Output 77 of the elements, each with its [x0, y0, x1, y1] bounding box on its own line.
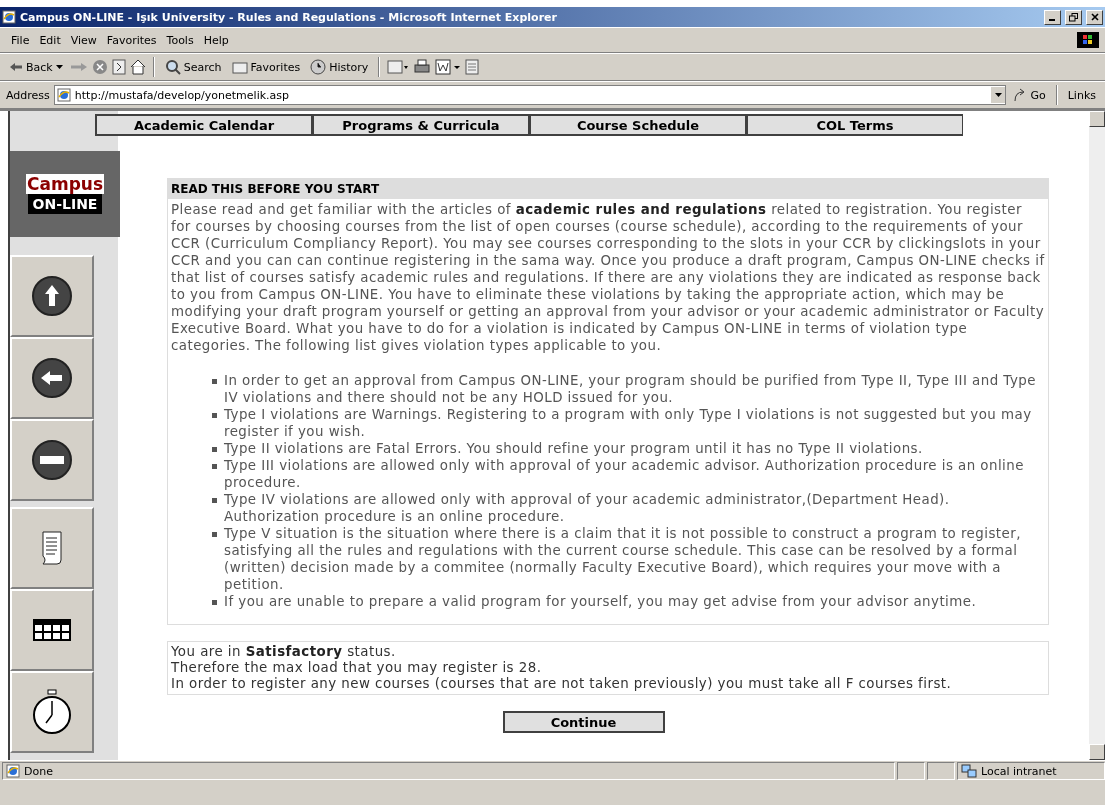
bullet-icon: [212, 532, 217, 537]
rule-text: Type II violations are Fatal Errors. You should refine your program until it has no Type II violations.: [224, 441, 923, 456]
rule-text: Type IV violations are allowed only with approval of your academic administrator,(Department Head). Authorization procedure is an online procedure.: [224, 492, 950, 524]
schedule-button[interactable]: [10, 589, 94, 671]
menu-item[interactable]: Edit: [34, 33, 66, 47]
network-icon: [961, 764, 977, 778]
go-button[interactable]: Go: [1010, 88, 1049, 102]
menu-item[interactable]: Tools: [161, 33, 199, 47]
folder-icon: [231, 60, 248, 74]
bullet-icon: [212, 379, 217, 384]
menu-item[interactable]: File: [6, 33, 35, 47]
stopwatch-icon: [32, 689, 72, 735]
back-arrow-icon: [9, 62, 23, 72]
remove-button[interactable]: [10, 419, 94, 501]
time-button[interactable]: [10, 671, 94, 753]
nav-tab[interactable]: Course Schedule: [529, 114, 746, 136]
bullet-icon: [212, 498, 217, 503]
restore-icon: [1069, 12, 1078, 22]
history-button[interactable]: History: [307, 59, 372, 75]
scrollbar[interactable]: [1089, 111, 1105, 760]
logo-text: Campus: [25, 174, 105, 194]
globe-page-icon: [6, 764, 20, 778]
edit-icon[interactable]: [435, 59, 462, 75]
status-text: Therefore the max load that you may register is 28.: [171, 660, 542, 675]
bullet-icon: [212, 413, 217, 418]
logo-text: ON-LINE: [27, 194, 103, 214]
home-icon[interactable]: [129, 59, 146, 75]
menu-item[interactable]: Favorites: [101, 33, 162, 47]
globe-page-icon: [56, 88, 71, 102]
continue-button[interactable]: Continue: [502, 711, 665, 733]
favorites-button[interactable]: Favorites: [228, 60, 304, 74]
minus-icon: [31, 439, 73, 481]
status-pane: [927, 762, 955, 780]
restore-button[interactable]: [1065, 9, 1082, 25]
windows-logo-icon: [1077, 32, 1099, 48]
back-nav-button[interactable]: [10, 337, 94, 419]
zone-text: Local intranet: [981, 764, 1057, 778]
nav-tab[interactable]: Programs & Curricula: [312, 114, 529, 136]
rule-text: In order to get an approval from Campus ON-LINE, your program should be purified from Type II, Type III and Type IV violations and there should not be any HOLD issued for you.: [224, 373, 1036, 405]
caret-icon: [994, 93, 1002, 97]
caret-icon: [55, 65, 63, 69]
dropdown-button[interactable]: [991, 87, 1006, 103]
bullet-icon: [212, 464, 217, 469]
clock-icon: [310, 59, 327, 75]
document-icon[interactable]: [465, 59, 480, 75]
menu-item[interactable]: View: [65, 33, 102, 47]
nav-tab[interactable]: Academic Calendar: [95, 114, 312, 136]
minimize-button[interactable]: [1044, 9, 1061, 25]
print-icon[interactable]: [413, 59, 432, 75]
rule-text: Type III violations are allowed only with approval of your academic advisor. Authorization procedure is an online procedure.: [224, 458, 1024, 490]
search-icon: [164, 59, 181, 75]
status-text: You are in Satisfactory status.: [171, 644, 396, 659]
back-button[interactable]: Back: [6, 60, 66, 74]
intro-paragraph: Please read and get familiar with the articles of academic rules and regulations related to registration. You register for courses by choosing courses from the list of open courses (course schedule), according to the requirements of your CCR (Curriculum Compliancy Report). You may see courses corresponding to the slots in your CCR by clickingslots in your CCR and you can can continue registering in the sama way. Once you produce a draft program, Campus ON-LINE checks if that list of courses satisfy academic rules and regulations. If there are any violations they are indicated as response back to you from Campus ON-LINE. You have to eliminate these violations by taking the appropriate action, which may be modifying your draft program yourself or getting an approval from your advisor or your academic administrator or Faculty Executive Board. What you have to do for a violation is indicated by Campus ON-LINE in terms of violation type categories. The following list gives violation types applicable to you.: [171, 202, 1045, 353]
window-title: Campus ON-LINE - Işık University - Rules and Regulations - Microsoft Internet Explorer: [20, 10, 558, 24]
up-button[interactable]: [10, 255, 94, 337]
rule-text: Type I violations are Warnings. Registering to a program with only Type I violations is not suggested but you may register if you wish.: [224, 407, 1032, 439]
nav-tab[interactable]: COL Terms: [746, 114, 963, 136]
rule-text: If you are unable to prepare a valid program for yourself, you may get advise from your advisor anytime.: [224, 594, 977, 609]
scroll-icon: [39, 530, 65, 566]
close-icon: [1090, 13, 1099, 21]
status-pane: [897, 762, 925, 780]
address-url: http://mustafa/develop/yonetmelik.asp: [74, 88, 290, 102]
address-field[interactable]: http://mustafa/develop/yonetmelik.asp: [53, 85, 1007, 105]
bullet-icon: [212, 447, 217, 452]
menu-item[interactable]: Help: [198, 33, 234, 47]
status-text: In order to register any new courses (courses that are not taken previously) you must take all F courses first.: [171, 676, 952, 691]
search-button[interactable]: Search: [161, 59, 225, 75]
section-heading: READ THIS BEFORE YOU START: [168, 179, 1048, 199]
rules-button[interactable]: [10, 507, 94, 589]
close-button[interactable]: [1086, 9, 1103, 25]
rule-text: Type V situation is the situation where there is a claim that it is not possible to construct a program to register, satisfying all the rules and regulations with the current course schedule. This case can be resolved by a formal (written) decision made by a commitee (normally Faculty Executive Board), which requires your move with a petition.: [224, 526, 1021, 592]
bullet-icon: [212, 600, 217, 605]
table-icon: [33, 619, 71, 641]
status-text: Done: [24, 764, 53, 778]
address-label: Address: [6, 88, 50, 102]
links-button[interactable]: Links: [1064, 88, 1099, 102]
